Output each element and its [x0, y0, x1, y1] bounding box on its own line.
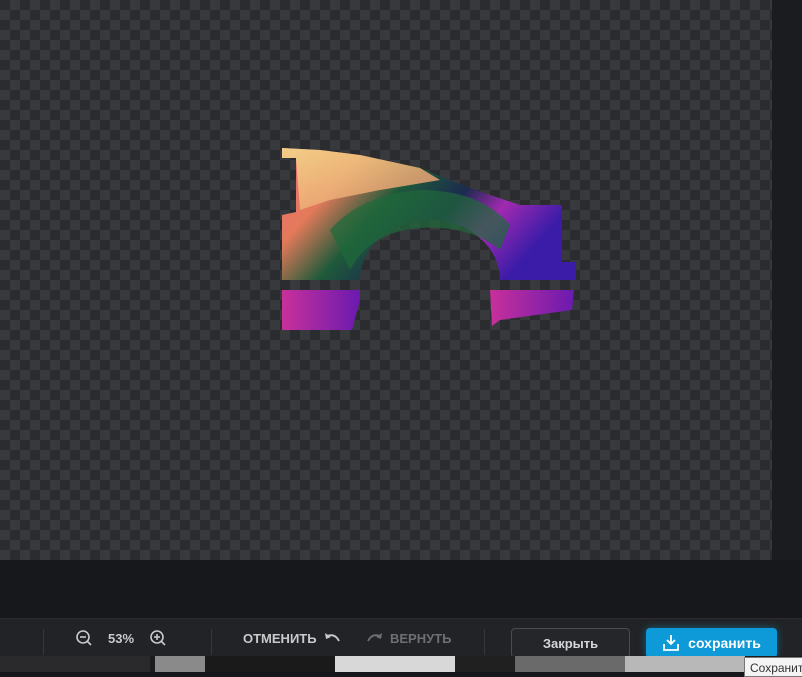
download-icon [662, 634, 680, 652]
divider [211, 629, 212, 655]
divider [484, 629, 485, 655]
thumbnail-strip [0, 656, 802, 672]
save-label: сохранить [688, 635, 761, 651]
zoom-in-icon[interactable] [149, 629, 167, 647]
zoom-level: 53% [107, 630, 135, 646]
save-tooltip: Сохранить [744, 657, 802, 677]
redo-label: ВЕРНУТЬ [390, 630, 452, 646]
cutout-image[interactable] [0, 0, 772, 560]
redo-button[interactable]: ВЕРНУТЬ [366, 619, 452, 657]
close-button[interactable]: Закрыть [511, 628, 630, 658]
editor-toolbar: 53% ОТМЕНИТЬ ВЕРНУТЬ Закрыть сохранить [0, 618, 802, 658]
zoom-out-icon[interactable] [75, 629, 93, 647]
scrollbar-track[interactable] [772, 0, 802, 560]
undo-label: ОТМЕНИТЬ [243, 630, 317, 646]
undo-icon [323, 629, 341, 647]
undo-button[interactable]: ОТМЕНИТЬ [243, 619, 341, 657]
save-button[interactable]: сохранить [646, 628, 777, 658]
editor-canvas[interactable] [0, 0, 772, 560]
redo-icon [366, 629, 384, 647]
divider [43, 629, 44, 655]
canvas-footer [0, 560, 802, 618]
